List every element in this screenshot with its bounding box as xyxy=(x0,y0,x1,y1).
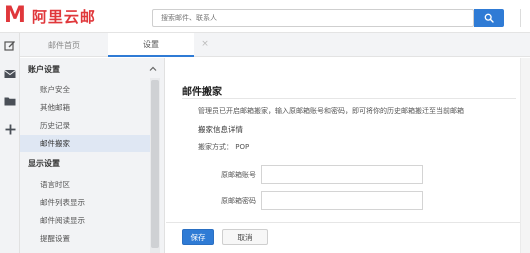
title-divider xyxy=(182,98,516,99)
settings-sidebar: 账户设置 账户安全 其他邮箱 历史记录 邮件搬家 显示设置 语言时区 邮件列表显… xyxy=(20,58,165,253)
tab-settings[interactable]: 设置 xyxy=(108,33,194,57)
section-title-account[interactable]: 账户设置 xyxy=(20,61,150,78)
migration-info-title: 搬家信息详情 xyxy=(198,125,243,134)
mail-icon[interactable] xyxy=(3,67,17,81)
migration-description: 管理员已开启邮箱搬家，输入原邮箱账号和密码，即可将你的历史邮箱搬迁至当前邮箱 xyxy=(198,107,464,115)
content-scrollbar[interactable] xyxy=(520,58,530,253)
tab-bar: 邮件首页 设置 × xyxy=(20,33,530,57)
section-title-display[interactable]: 显示设置 xyxy=(20,155,150,172)
settings-content: 邮件搬家 管理员已开启邮箱搬家，输入原邮箱账号和密码，即可将你的历史邮箱搬迁至当… xyxy=(166,58,530,253)
header-edge-divider xyxy=(520,9,530,27)
compose-icon[interactable] xyxy=(3,39,17,53)
sidebar-item-language-timezone[interactable]: 语言时区 xyxy=(20,176,150,193)
logo-text: 阿里云邮 xyxy=(31,7,96,26)
search-input[interactable] xyxy=(153,10,473,26)
sidebar-item-mail-migration[interactable]: 邮件搬家 xyxy=(20,135,150,152)
sidebar-item-list-display[interactable]: 邮件列表显示 xyxy=(20,194,150,211)
save-button[interactable]: 保存 xyxy=(182,229,214,245)
search-icon xyxy=(484,13,494,23)
footer-divider xyxy=(166,222,530,223)
tab-mail-home[interactable]: 邮件首页 xyxy=(20,33,108,57)
folder-icon[interactable] xyxy=(3,94,17,108)
sidebar-item-reminder[interactable]: 提醒设置 xyxy=(20,230,150,247)
search-button[interactable] xyxy=(474,9,504,27)
sidebar-item-reading-display[interactable]: 邮件阅读显示 xyxy=(20,212,150,229)
password-field[interactable] xyxy=(261,191,423,210)
tab-label: 设置 xyxy=(143,39,159,49)
top-header: M 阿里云邮 xyxy=(0,0,530,33)
migration-method: 搬家方式： POP xyxy=(198,143,250,151)
account-label: 原邮箱账号 xyxy=(221,171,256,179)
sidebar-item-account-security[interactable]: 账户安全 xyxy=(20,81,150,98)
app-icon-bar xyxy=(0,33,20,253)
sidebar-scroll-thumb[interactable] xyxy=(151,80,159,248)
account-field[interactable] xyxy=(261,165,423,184)
sidebar-item-history[interactable]: 历史记录 xyxy=(20,117,150,134)
logo[interactable]: M 阿里云邮 xyxy=(4,5,96,27)
cancel-button[interactable]: 取消 xyxy=(222,229,268,245)
sidebar-item-other-mailbox[interactable]: 其他邮箱 xyxy=(20,99,150,116)
chevron-up-icon[interactable] xyxy=(148,64,158,74)
add-icon[interactable] xyxy=(3,122,17,136)
search-box[interactable] xyxy=(152,9,474,27)
page-title: 邮件搬家 xyxy=(182,87,222,98)
password-label: 原邮箱密码 xyxy=(221,197,256,205)
tab-label: 邮件首页 xyxy=(48,40,80,50)
tab-close-icon[interactable]: × xyxy=(200,39,210,49)
logo-m-icon: M xyxy=(4,3,26,28)
